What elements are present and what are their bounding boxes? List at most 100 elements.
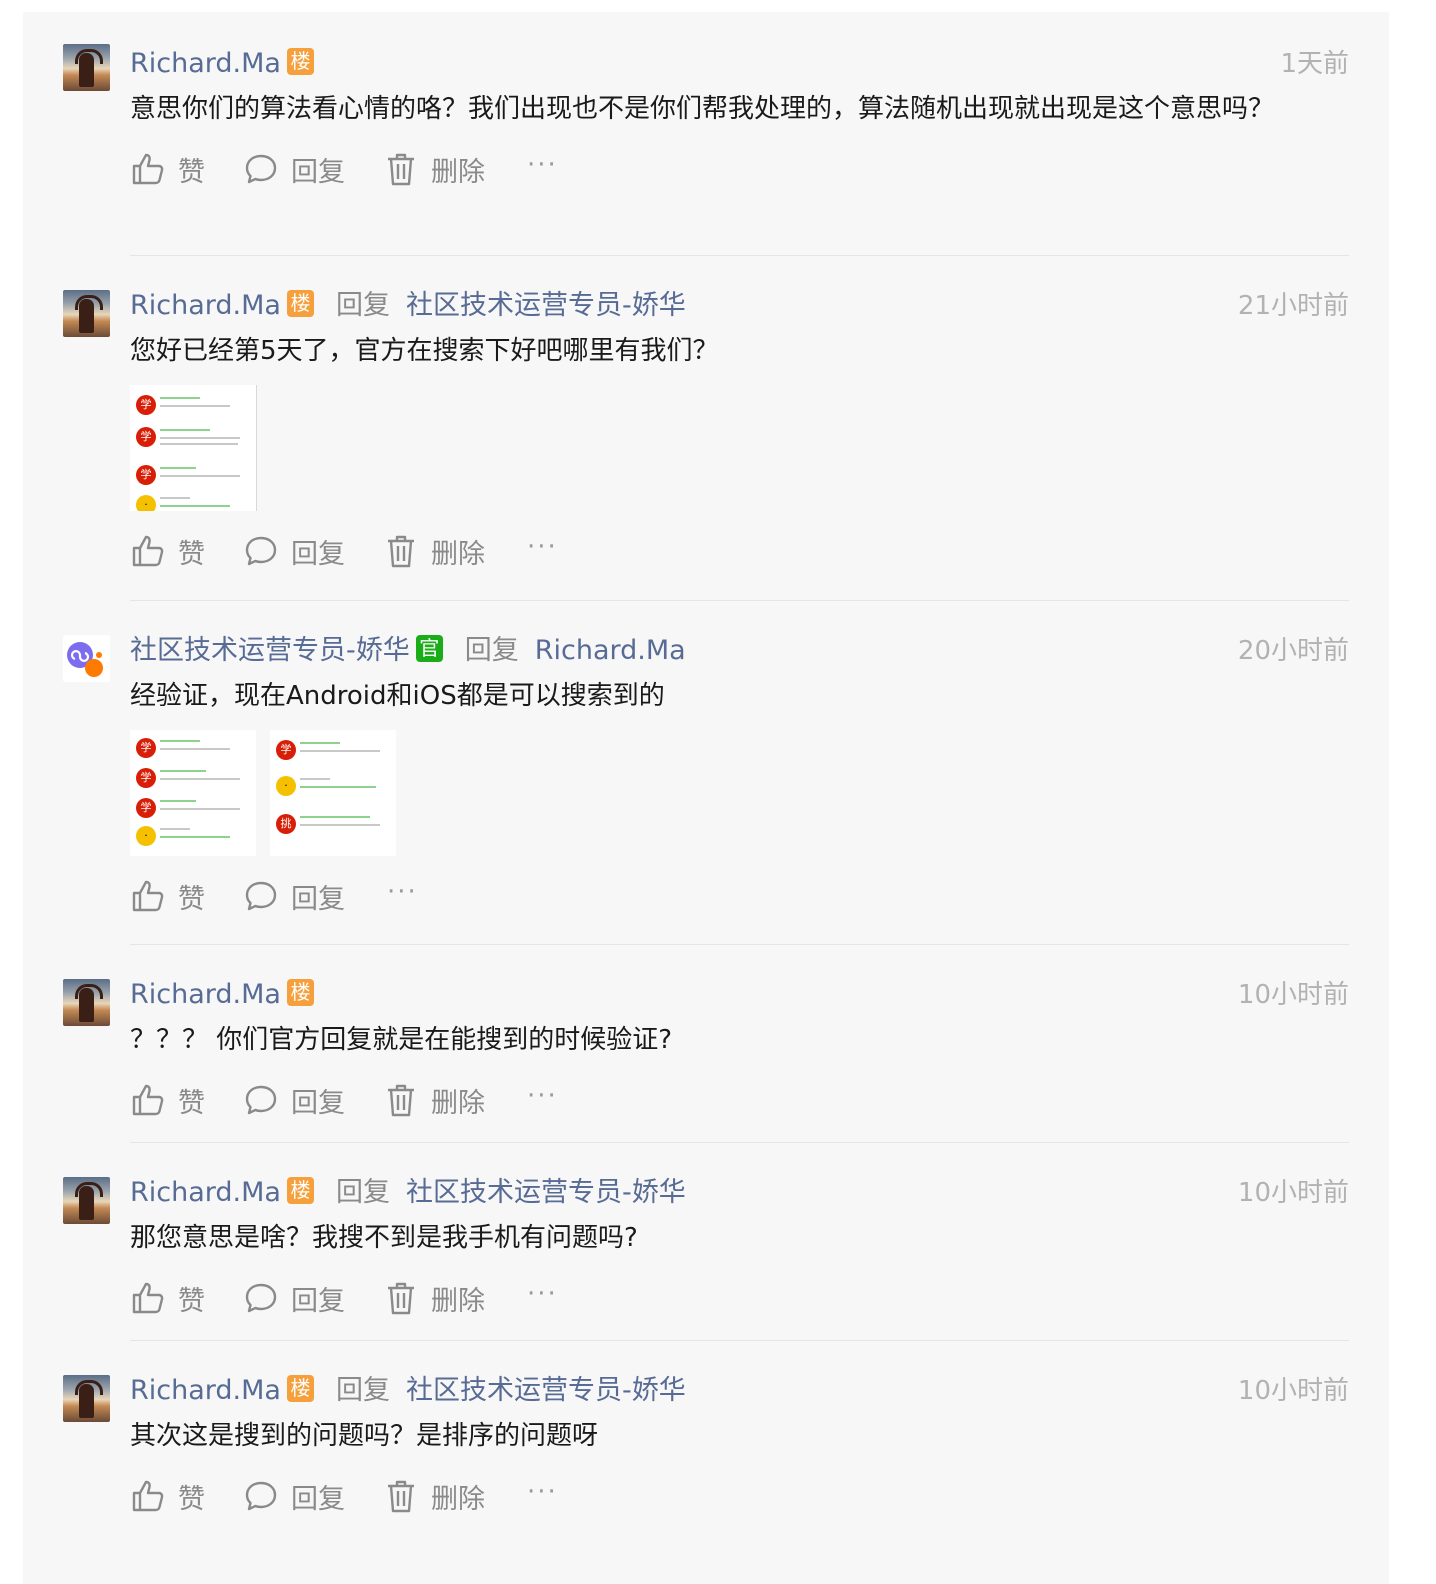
timestamp: 1天前 — [1280, 49, 1349, 79]
comment-bubble-icon — [245, 1283, 277, 1313]
reply-label: 回复 — [291, 1483, 345, 1515]
avatar[interactable] — [63, 44, 110, 91]
like-button[interactable]: 赞 — [130, 876, 205, 916]
reply-word: 回复 — [464, 635, 519, 666]
reply-target-name[interactable]: Richard.Ma — [535, 635, 686, 666]
reply-button[interactable]: 回复 — [243, 1476, 345, 1516]
avatar[interactable] — [63, 1177, 110, 1224]
reply-label: 回复 — [291, 156, 345, 188]
comment-bubble-icon — [245, 536, 277, 566]
reply-target-name[interactable]: 社区技术运营专员-娇华 — [406, 1177, 686, 1208]
trash-icon — [388, 1282, 414, 1315]
thumbs-up-icon — [132, 1480, 164, 1512]
delete-label: 删除 — [431, 1285, 485, 1317]
owner-badge: 楼 — [286, 1177, 314, 1204]
delete-button[interactable]: 删除 — [383, 1278, 485, 1318]
delete-label: 删除 — [431, 1483, 485, 1515]
delete-label: 删除 — [431, 156, 485, 188]
author-name[interactable]: 社区技术运营专员-娇华 — [130, 635, 410, 666]
reply-label: 回复 — [291, 883, 345, 915]
like-button[interactable]: 赞 — [130, 531, 205, 571]
more-options-button[interactable]: ··· — [527, 531, 558, 563]
timestamp: 10小时前 — [1237, 1376, 1349, 1406]
comment-text: ？？？ 你们官方回复就是在能搜到的时候验证? — [130, 1025, 673, 1055]
delete-button[interactable]: 删除 — [383, 149, 485, 189]
reply-button[interactable]: 回复 — [243, 1080, 345, 1120]
reply-label: 回复 — [291, 1087, 345, 1119]
comment-text: 那您意思是啥？我搜不到是我手机有问题吗? — [130, 1223, 638, 1253]
thumbs-up-icon — [132, 1282, 164, 1314]
like-button[interactable]: 赞 — [130, 1476, 205, 1516]
author-name[interactable]: Richard.Ma — [130, 48, 281, 79]
like-label: 赞 — [178, 1483, 205, 1515]
avatar[interactable] — [63, 290, 110, 337]
owner-badge: 楼 — [286, 979, 314, 1006]
comment-bubble-icon — [245, 1481, 277, 1511]
image-thumbnail[interactable]: 学 学 学 · — [130, 730, 256, 856]
author-name[interactable]: Richard.Ma — [130, 290, 281, 321]
delete-button[interactable]: 删除 — [383, 1476, 485, 1516]
like-button[interactable]: 赞 — [130, 1278, 205, 1318]
like-label: 赞 — [178, 538, 205, 570]
like-label: 赞 — [178, 1087, 205, 1119]
more-options-button[interactable]: ··· — [527, 1476, 558, 1508]
like-button[interactable]: 赞 — [130, 1080, 205, 1120]
delete-label: 删除 — [431, 538, 485, 570]
divider — [130, 600, 1349, 601]
delete-label: 删除 — [431, 1087, 485, 1119]
thumbs-up-icon — [132, 153, 164, 185]
comment-panel: Richard.Ma 楼 1天前 意思你们的算法看心情的咯？我们出现也不是你们帮我… — [23, 12, 1389, 1584]
avatar[interactable] — [63, 1375, 110, 1422]
timestamp: 10小时前 — [1237, 980, 1349, 1010]
thumbs-up-icon — [132, 880, 164, 912]
official-badge: 官 — [415, 635, 443, 662]
reply-button[interactable]: 回复 — [243, 149, 345, 189]
official-avatar[interactable] — [63, 635, 110, 682]
reply-label: 回复 — [291, 1285, 345, 1317]
more-options-button[interactable]: ··· — [527, 1278, 558, 1310]
comment-text: 经验证，现在Android和iOS都是可以搜索到的 — [130, 681, 665, 711]
reply-word: 回复 — [335, 1375, 390, 1406]
avatar[interactable] — [63, 979, 110, 1026]
owner-badge: 楼 — [286, 1375, 314, 1402]
author-name[interactable]: Richard.Ma — [130, 1375, 281, 1406]
like-label: 赞 — [178, 883, 205, 915]
thumbs-up-icon — [132, 1084, 164, 1116]
reply-button[interactable]: 回复 — [243, 876, 345, 916]
author-name[interactable]: Richard.Ma — [130, 979, 281, 1010]
comment-text: 您好已经第5天了，官方在搜索下好吧哪里有我们？ — [130, 336, 719, 366]
owner-badge: 楼 — [286, 290, 314, 317]
reply-button[interactable]: 回复 — [243, 1278, 345, 1318]
divider — [130, 1340, 1349, 1341]
more-options-button[interactable]: ··· — [527, 149, 558, 181]
reply-label: 回复 — [291, 538, 345, 570]
trash-icon — [388, 1480, 414, 1513]
like-button[interactable]: 赞 — [130, 149, 205, 189]
like-label: 赞 — [178, 1285, 205, 1317]
trash-icon — [388, 153, 414, 186]
comment-bubble-icon — [245, 154, 277, 184]
like-label: 赞 — [178, 156, 205, 188]
more-options-button[interactable]: ··· — [387, 876, 418, 908]
reply-button[interactable]: 回复 — [243, 531, 345, 571]
reply-word: 回复 — [335, 290, 390, 321]
delete-button[interactable]: 删除 — [383, 1080, 485, 1120]
reply-word: 回复 — [335, 1177, 390, 1208]
reply-target-name[interactable]: 社区技术运营专员-娇华 — [406, 290, 686, 321]
timestamp: 10小时前 — [1237, 1178, 1349, 1208]
delete-button[interactable]: 删除 — [383, 531, 485, 571]
more-options-button[interactable]: ··· — [527, 1080, 558, 1112]
divider — [130, 1142, 1349, 1143]
image-thumbnail[interactable]: 学 学 学 · — [130, 385, 257, 511]
reply-target-name[interactable]: 社区技术运营专员-娇华 — [406, 1375, 686, 1406]
thumbs-up-icon — [132, 535, 164, 567]
trash-icon — [388, 1084, 414, 1117]
comment-text: 其次这是搜到的问题吗？是排序的问题呀 — [130, 1421, 599, 1451]
timestamp: 20小时前 — [1237, 636, 1349, 666]
owner-badge: 楼 — [286, 48, 314, 75]
author-name[interactable]: Richard.Ma — [130, 1177, 281, 1208]
divider — [130, 944, 1349, 945]
comment-bubble-icon — [245, 881, 277, 911]
timestamp: 21小时前 — [1237, 291, 1349, 321]
image-thumbnail[interactable]: 学 · 挑 — [270, 730, 396, 856]
